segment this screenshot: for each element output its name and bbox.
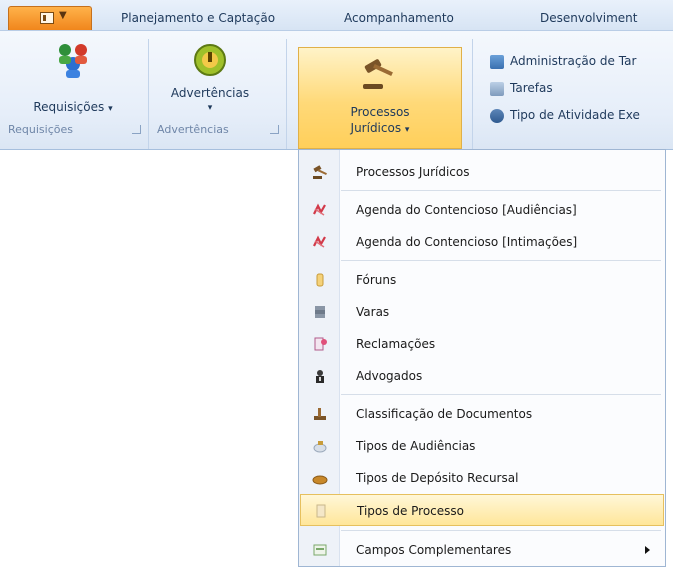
- dialog-launcher-icon[interactable]: [270, 125, 279, 134]
- menu-item-label: Tipos de Audiências: [356, 439, 476, 453]
- app-document-icon: [40, 12, 54, 24]
- menu-item-label: Agenda do Contencioso [Audiências]: [356, 203, 577, 217]
- group-label-requisicoes: Requisições: [8, 123, 73, 136]
- tab-planejamento[interactable]: Planejamento e Captação: [121, 8, 275, 28]
- menu-separator: [341, 530, 661, 531]
- group-divider: [148, 39, 149, 149]
- requisicoes-label: Requisições: [33, 100, 105, 114]
- menu-item-processos-juridicos[interactable]: Processos Jurídicos: [300, 156, 664, 188]
- group-label-advertencias: Advertências: [157, 123, 229, 136]
- people-icon: [59, 44, 87, 78]
- tasks-icon: [490, 81, 504, 96]
- calendar-icon: [313, 203, 326, 216]
- menu-item-varas[interactable]: Varas: [300, 296, 664, 328]
- group-divider: [472, 39, 473, 149]
- menu-item-tipos-deposito[interactable]: Tipos de Depósito Recursal: [300, 462, 664, 494]
- advertencias-button[interactable]: Advertências ▾: [150, 40, 270, 116]
- advertencias-label: Advertências: [170, 86, 250, 100]
- processos-juridicos-menu: Processos Jurídicos Agenda do Contencios…: [298, 149, 666, 567]
- gavel-icon: [313, 165, 327, 179]
- submenu-arrow-icon: [645, 546, 650, 554]
- menu-item-label: Processos Jurídicos: [356, 165, 470, 179]
- menu-item-tipos-audiencias[interactable]: Tipos de Audiências: [300, 430, 664, 462]
- menu-item-tipos-processo[interactable]: Tipos de Processo: [300, 494, 664, 526]
- menu-item-label: Varas: [356, 305, 390, 319]
- chevron-down-icon: ▼: [59, 10, 67, 21]
- menu-item-label: Tipos de Processo: [357, 504, 464, 518]
- menu-separator: [341, 394, 661, 395]
- administracao-tarefas-button[interactable]: Administração de Tar: [490, 50, 636, 72]
- requisicoes-button[interactable]: Requisições ▾: [8, 40, 138, 117]
- gavel-icon: [363, 59, 393, 89]
- deposit-icon: [312, 475, 328, 485]
- processos-juridicos-button[interactable]: Processos Jurídicos ▾: [298, 47, 462, 149]
- process-type-icon: [316, 504, 326, 518]
- ribbon-tab-strip: ▼ Planejamento e Captação Acompanhamento…: [0, 0, 673, 31]
- tarefas-label: Tarefas: [510, 81, 553, 95]
- tarefas-button[interactable]: Tarefas: [490, 77, 553, 99]
- hearing-icon: [313, 441, 327, 453]
- menu-item-label: Agenda do Contencioso [Intimações]: [356, 235, 578, 249]
- menu-item-label: Reclamações: [356, 337, 436, 351]
- stack-icon: [315, 306, 325, 318]
- admin-icon: [490, 54, 504, 69]
- menu-item-reclamacoes[interactable]: Reclamações: [300, 328, 664, 360]
- chevron-down-icon: ▾: [207, 103, 213, 113]
- menu-separator: [341, 190, 661, 191]
- menu-item-classificacao-documentos[interactable]: Classificação de Documentos: [300, 398, 664, 430]
- tipo-atividade-label: Tipo de Atividade Exe: [510, 108, 640, 122]
- complaint-icon: [314, 337, 327, 351]
- administracao-label: Administração de Tar: [510, 54, 637, 68]
- menu-item-campos-complementares[interactable]: Campos Complementares: [300, 534, 664, 566]
- menu-item-label: Fóruns: [356, 273, 397, 287]
- menu-item-label: Advogados: [356, 369, 423, 383]
- column-icon: [316, 273, 324, 287]
- menu-item-advogados[interactable]: Advogados: [300, 360, 664, 392]
- chevron-down-icon: ▾: [404, 125, 410, 135]
- lawyer-icon: [316, 370, 324, 383]
- application-menu-button[interactable]: ▼: [8, 6, 92, 30]
- processos-label-line1: Processos: [350, 105, 410, 119]
- processos-label-line2: Jurídicos: [350, 121, 402, 135]
- calendar-icon: [313, 235, 326, 248]
- group-divider: [286, 39, 287, 149]
- menu-item-agenda-intimacoes[interactable]: Agenda do Contencioso [Intimações]: [300, 226, 664, 258]
- menu-item-foruns[interactable]: Fóruns: [300, 264, 664, 296]
- fields-icon: [313, 544, 327, 556]
- dialog-launcher-icon[interactable]: [132, 125, 141, 134]
- menu-item-agenda-audiencias[interactable]: Agenda do Contencioso [Audiências]: [300, 194, 664, 226]
- activity-type-icon: [490, 108, 504, 123]
- warning-icon: [194, 44, 226, 76]
- classification-icon: [314, 408, 326, 420]
- tab-desenvolvimento[interactable]: Desenvolviment: [540, 8, 637, 28]
- menu-item-label: Campos Complementares: [356, 543, 512, 557]
- chevron-down-icon: ▾: [108, 104, 113, 114]
- menu-separator: [341, 260, 661, 261]
- menu-item-label: Classificação de Documentos: [356, 407, 533, 421]
- tab-acompanhamento[interactable]: Acompanhamento: [344, 8, 454, 28]
- menu-item-label: Tipos de Depósito Recursal: [356, 471, 519, 485]
- tipo-atividade-button[interactable]: Tipo de Atividade Exe: [490, 104, 640, 126]
